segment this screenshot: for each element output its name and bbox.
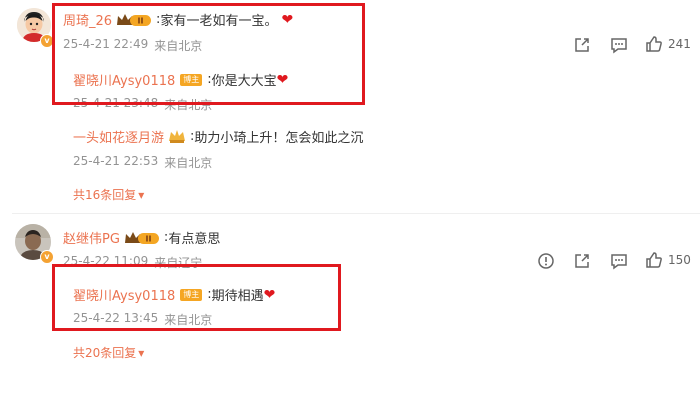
highlight-box — [52, 3, 365, 105]
svg-text:II: II — [145, 234, 151, 243]
chevron-down-icon: ▾ — [138, 345, 145, 360]
like-icon[interactable] — [645, 251, 663, 269]
more-replies-link[interactable]: 共16条回复 ▾ — [73, 186, 144, 203]
like-icon[interactable] — [645, 35, 663, 53]
chevron-down-icon: ▾ — [138, 187, 145, 202]
vip-crown-icon: II — [124, 230, 160, 246]
comment-header: 赵继伟PG II : 有点意思 — [63, 228, 220, 247]
highlight-box — [52, 264, 341, 331]
more-replies-link[interactable]: 共20条回复 ▾ — [73, 344, 144, 361]
more-replies-label: 共20条回复 — [73, 346, 137, 360]
comment-username[interactable]: 赵继伟PG — [63, 228, 120, 247]
reply-header: 一头如花逐月游 : 助力小琦上升！怎会如此之沉 — [73, 127, 363, 146]
reply-location: 来自北京 — [164, 156, 213, 170]
like-count: 150 — [668, 253, 691, 267]
verified-icon: v — [40, 250, 54, 264]
report-icon[interactable] — [537, 252, 555, 270]
reply-username[interactable]: 一头如花逐月游 — [73, 127, 164, 146]
reply-meta: 25-4-21 22:53 来自北京 — [73, 154, 212, 171]
reply-time: 25-4-21 22:53 — [73, 154, 159, 168]
divider — [12, 213, 700, 214]
comment-icon[interactable] — [610, 36, 628, 54]
more-replies-label: 共16条回复 — [73, 188, 137, 202]
comment-text: 有点意思 — [168, 232, 221, 247]
reply-text: 助力小琦上升！怎会如此之沉 — [194, 131, 364, 146]
comment-icon[interactable] — [610, 252, 628, 270]
like-count: 241 — [668, 37, 691, 51]
share-icon[interactable] — [573, 36, 591, 54]
fan-level-icon — [168, 129, 186, 145]
share-icon[interactable] — [573, 252, 591, 270]
